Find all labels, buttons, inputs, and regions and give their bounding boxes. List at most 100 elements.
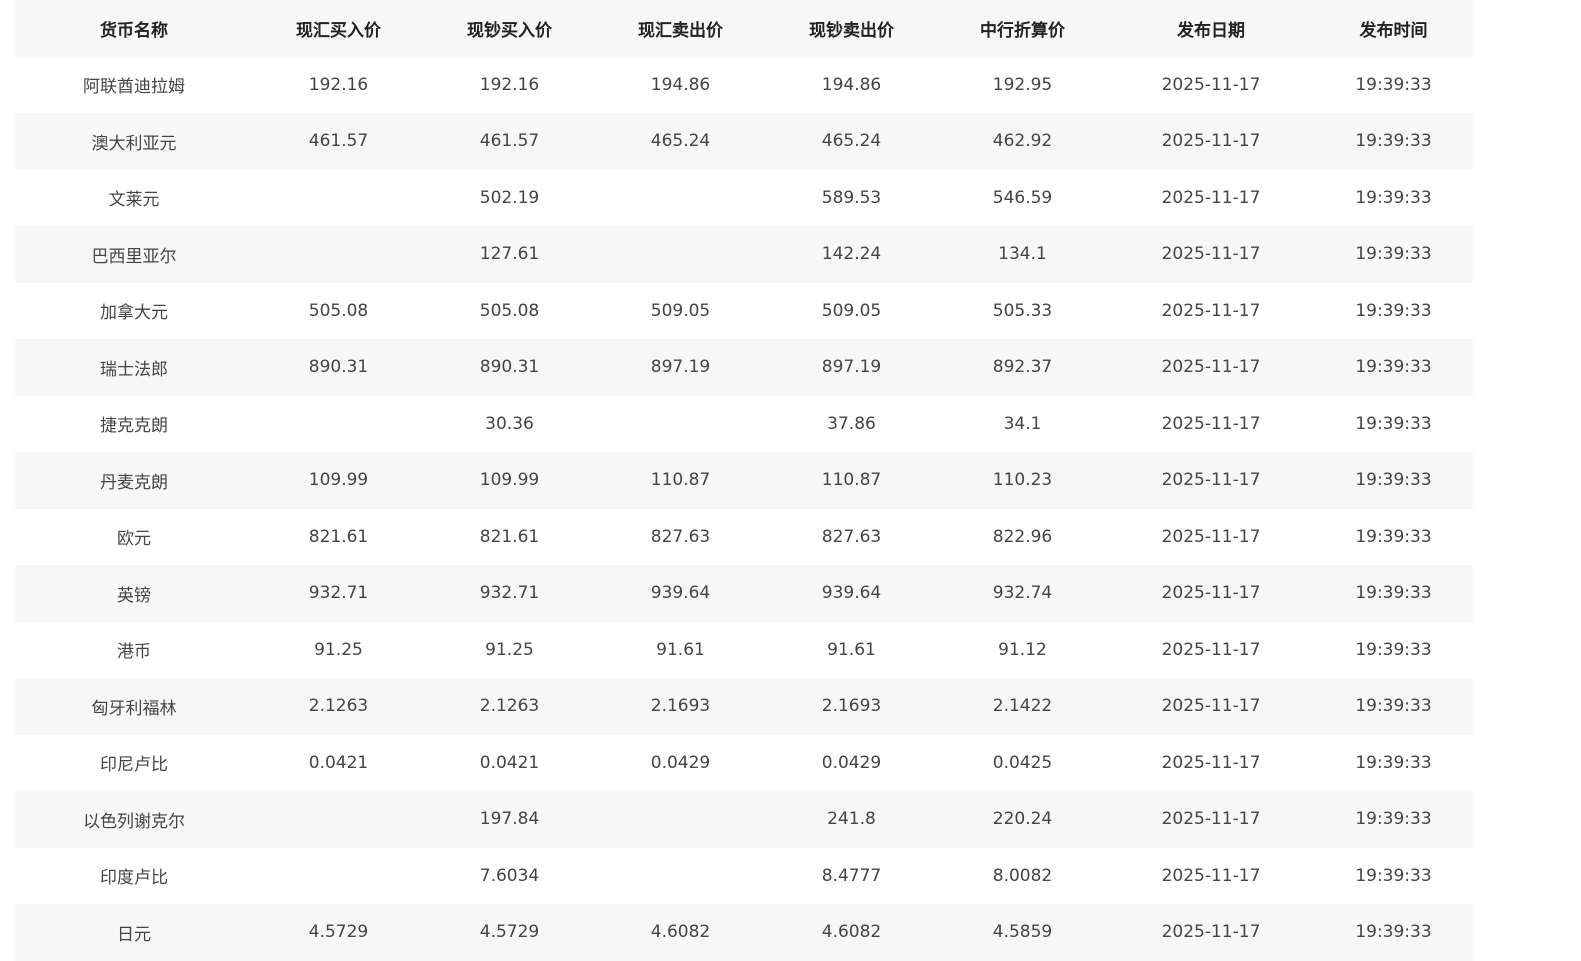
publish-time-cell: 19:39:33 xyxy=(1355,413,1432,434)
table-row: 以色列谢克尔 197.84 241.8 220.24 2025-11-17 19:39:3… xyxy=(15,791,1473,848)
header-cash-sell: 现钞卖出价 xyxy=(809,20,894,41)
cash-sell-cell: 194.86 xyxy=(821,74,882,95)
cash-buy-cell: 192.16 xyxy=(479,74,540,95)
publish-time-cell: 19:39:33 xyxy=(1355,244,1432,265)
cash-sell-cell: 241.8 xyxy=(827,809,876,830)
table-row: 欧元 821.61 821.61 827.63 827.63 822.96 2025-11-… xyxy=(15,509,1473,566)
currency-name-cell: 印尼卢比 xyxy=(100,755,168,776)
spot-sell-cell xyxy=(595,791,766,848)
currency-name-cell: 英镑 xyxy=(117,585,151,606)
spot-buy-cell: 890.31 xyxy=(308,357,369,378)
cash-sell-cell: 0.0429 xyxy=(821,752,882,773)
spot-sell-cell: 91.61 xyxy=(656,639,705,660)
cash-buy-cell: 109.99 xyxy=(479,470,540,491)
spot-buy-cell: 505.08 xyxy=(308,300,369,321)
publish-date-cell: 2025-11-17 xyxy=(1161,696,1261,717)
cash-buy-cell: 197.84 xyxy=(479,809,540,830)
table-row: 匈牙利福林 2.1263 2.1263 2.1693 2.1693 2.1422 2025-… xyxy=(15,678,1473,735)
table-row: 丹麦克朗 109.99 109.99 110.87 110.87 110.23 2025-1… xyxy=(15,452,1473,509)
boc-rate-cell: 462.92 xyxy=(992,131,1053,152)
cash-buy-cell: 91.25 xyxy=(485,639,534,660)
spot-buy-cell xyxy=(253,170,424,227)
publish-time-cell: 19:39:33 xyxy=(1355,639,1432,660)
boc-rate-cell: 505.33 xyxy=(992,300,1053,321)
spot-buy-cell: 821.61 xyxy=(308,526,369,547)
cash-buy-cell: 127.61 xyxy=(479,244,540,265)
spot-sell-cell: 939.64 xyxy=(650,583,711,604)
publish-time-cell: 19:39:33 xyxy=(1355,187,1432,208)
currency-name-cell: 澳大利亚元 xyxy=(91,133,177,154)
spot-buy-cell xyxy=(253,848,424,905)
cash-sell-cell: 8.4777 xyxy=(821,865,882,886)
cash-sell-cell: 827.63 xyxy=(821,526,882,547)
cash-buy-cell: 932.71 xyxy=(479,583,540,604)
publish-time-cell: 19:39:33 xyxy=(1355,696,1432,717)
cash-sell-cell: 4.6082 xyxy=(821,922,882,943)
publish-time-cell: 19:39:33 xyxy=(1355,470,1432,491)
boc-rate-cell: 134.1 xyxy=(998,244,1047,265)
publish-date-cell: 2025-11-17 xyxy=(1161,187,1261,208)
cash-buy-cell: 890.31 xyxy=(479,357,540,378)
currency-name-cell: 日元 xyxy=(117,924,151,945)
boc-rate-cell: 546.59 xyxy=(992,187,1053,208)
cash-sell-cell: 589.53 xyxy=(821,187,882,208)
boc-rate-cell: 2.1422 xyxy=(992,696,1053,717)
boc-rate-cell: 110.23 xyxy=(992,470,1053,491)
cash-buy-cell: 7.6034 xyxy=(479,865,540,886)
currency-name-cell: 瑞士法郎 xyxy=(100,359,168,380)
cash-buy-cell: 4.5729 xyxy=(479,922,540,943)
publish-time-cell: 19:39:33 xyxy=(1355,809,1432,830)
publish-date-cell: 2025-11-17 xyxy=(1161,752,1261,773)
publish-date-cell: 2025-11-17 xyxy=(1161,922,1261,943)
boc-rate-cell: 822.96 xyxy=(992,526,1053,547)
cash-sell-cell: 939.64 xyxy=(821,583,882,604)
publish-date-cell: 2025-11-17 xyxy=(1161,809,1261,830)
header-spot-sell: 现汇卖出价 xyxy=(638,20,723,41)
spot-sell-cell: 2.1693 xyxy=(650,696,711,717)
currency-name-cell: 阿联酋迪拉姆 xyxy=(83,77,185,98)
header-publish-time: 发布时间 xyxy=(1359,20,1428,41)
publish-date-cell: 2025-11-17 xyxy=(1161,526,1261,547)
spot-buy-cell: 109.99 xyxy=(308,470,369,491)
currency-name-cell: 港币 xyxy=(117,642,151,663)
publish-time-cell: 19:39:33 xyxy=(1355,865,1432,886)
cash-sell-cell: 91.61 xyxy=(827,639,876,660)
currency-name-cell: 巴西里亚尔 xyxy=(91,246,177,267)
table-row: 印尼卢比 0.0421 0.0421 0.0429 0.0429 0.0425 2025-1… xyxy=(15,735,1473,792)
spot-sell-cell: 897.19 xyxy=(650,357,711,378)
cash-sell-cell: 37.86 xyxy=(827,413,876,434)
spot-buy-cell: 0.0421 xyxy=(308,752,369,773)
boc-rate-cell: 220.24 xyxy=(992,809,1053,830)
spot-sell-cell xyxy=(595,848,766,905)
boc-rate-cell: 0.0425 xyxy=(992,752,1053,773)
spot-buy-cell: 91.25 xyxy=(314,639,363,660)
spot-sell-cell: 509.05 xyxy=(650,300,711,321)
table-row: 港币 91.25 91.25 91.61 91.61 91.12 2025-11-17 19:… xyxy=(15,622,1473,679)
publish-date-cell: 2025-11-17 xyxy=(1161,357,1261,378)
header-currency-name: 货币名称 xyxy=(100,20,168,41)
table-row: 巴西里亚尔 127.61 142.24 134.1 2025-11-17 19:39:33 xyxy=(15,226,1473,283)
cash-sell-cell: 509.05 xyxy=(821,300,882,321)
spot-sell-cell: 4.6082 xyxy=(650,922,711,943)
spot-sell-cell: 0.0429 xyxy=(650,752,711,773)
cash-sell-cell: 2.1693 xyxy=(821,696,882,717)
publish-date-cell: 2025-11-17 xyxy=(1161,865,1261,886)
cash-sell-cell: 142.24 xyxy=(821,244,882,265)
currency-name-cell: 匈牙利福林 xyxy=(91,698,177,719)
table-row: 英镑 932.71 932.71 939.64 939.64 932.74 2025-11-… xyxy=(15,565,1473,622)
publish-time-cell: 19:39:33 xyxy=(1355,300,1432,321)
currency-name-cell: 捷克克朗 xyxy=(100,416,168,437)
cash-buy-cell: 502.19 xyxy=(479,187,540,208)
currency-name-cell: 文莱元 xyxy=(108,190,160,211)
spot-buy-cell: 932.71 xyxy=(308,583,369,604)
spot-buy-cell xyxy=(253,396,424,453)
spot-buy-cell xyxy=(253,791,424,848)
spot-buy-cell: 4.5729 xyxy=(308,922,369,943)
boc-rate-cell: 8.0082 xyxy=(992,865,1053,886)
header-spot-buy: 现汇买入价 xyxy=(296,20,381,41)
spot-buy-cell: 192.16 xyxy=(308,74,369,95)
publish-date-cell: 2025-11-17 xyxy=(1161,639,1261,660)
boc-rate-cell: 932.74 xyxy=(992,583,1053,604)
currency-name-cell: 欧元 xyxy=(117,529,151,550)
table-row: 印度卢比 7.6034 8.4777 8.0082 2025-11-17 19:39:33 xyxy=(15,848,1473,905)
